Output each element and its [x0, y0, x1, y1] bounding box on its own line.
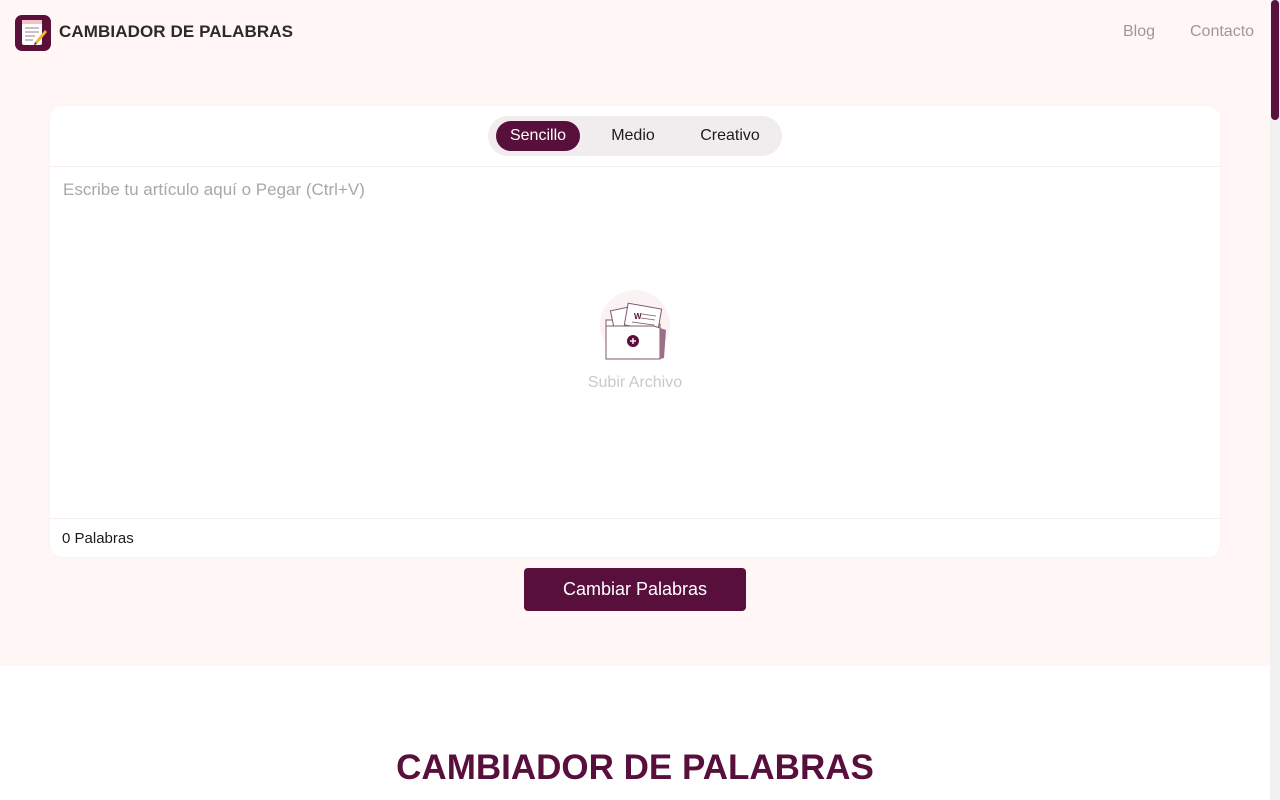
tab-creativo[interactable]: Creativo	[688, 121, 772, 151]
editor-card: Sencillo Medio Creativo W Subir Archivo …	[50, 106, 1220, 557]
mode-tabs-bar: Sencillo Medio Creativo	[50, 106, 1220, 167]
document-folder-upload-icon: W	[605, 302, 666, 360]
word-count: 0 Palabras	[62, 530, 134, 547]
upload-file-label: Subir Archivo	[587, 374, 683, 391]
change-words-button[interactable]: Cambiar Palabras	[524, 568, 746, 611]
upload-file-button[interactable]: W Subir Archivo	[580, 286, 690, 396]
page-scrollbar[interactable]	[1270, 0, 1280, 800]
nav-link-contact[interactable]: Contacto	[1190, 23, 1254, 41]
brand-title[interactable]: CAMBIADOR DE PALABRAS	[59, 22, 293, 42]
mode-tabs: Sencillo Medio Creativo	[488, 116, 782, 156]
svg-text:W: W	[634, 312, 642, 321]
scrollbar-thumb[interactable]	[1271, 0, 1279, 120]
editor-footer: 0 Palabras	[50, 518, 1220, 557]
tab-medio[interactable]: Medio	[596, 121, 670, 151]
logo-icon[interactable]	[15, 15, 51, 51]
tab-sencillo[interactable]: Sencillo	[496, 121, 580, 151]
section-title: CAMBIADOR DE PALABRAS	[396, 748, 874, 787]
nav-link-blog[interactable]: Blog	[1123, 23, 1155, 41]
